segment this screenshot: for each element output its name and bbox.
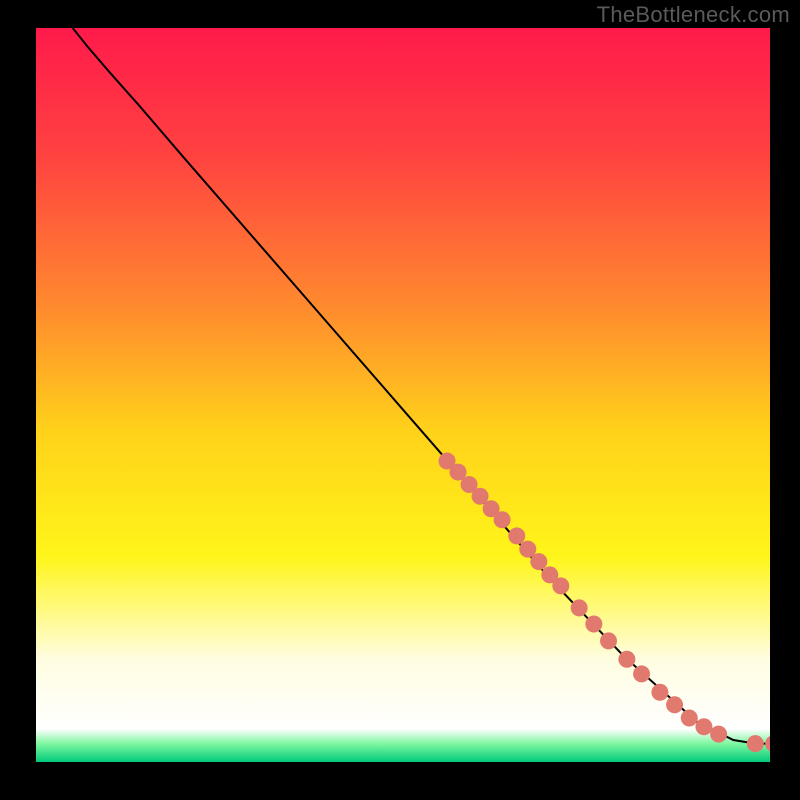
data-marker xyxy=(747,735,764,752)
data-marker xyxy=(508,527,525,544)
data-marker xyxy=(710,726,727,743)
data-marker xyxy=(651,684,668,701)
chart-svg xyxy=(36,28,770,762)
data-marker xyxy=(530,553,547,570)
data-marker xyxy=(600,632,617,649)
gradient-background xyxy=(36,28,770,762)
data-marker xyxy=(494,511,511,528)
plot-area xyxy=(36,28,770,762)
data-marker xyxy=(666,696,683,713)
chart-frame: TheBottleneck.com xyxy=(0,0,800,800)
data-marker xyxy=(618,651,635,668)
data-marker xyxy=(633,665,650,682)
data-marker xyxy=(552,577,569,594)
watermark-text: TheBottleneck.com xyxy=(597,2,790,28)
data-marker xyxy=(681,709,698,726)
data-marker xyxy=(585,616,602,633)
data-marker xyxy=(695,718,712,735)
data-marker xyxy=(571,599,588,616)
